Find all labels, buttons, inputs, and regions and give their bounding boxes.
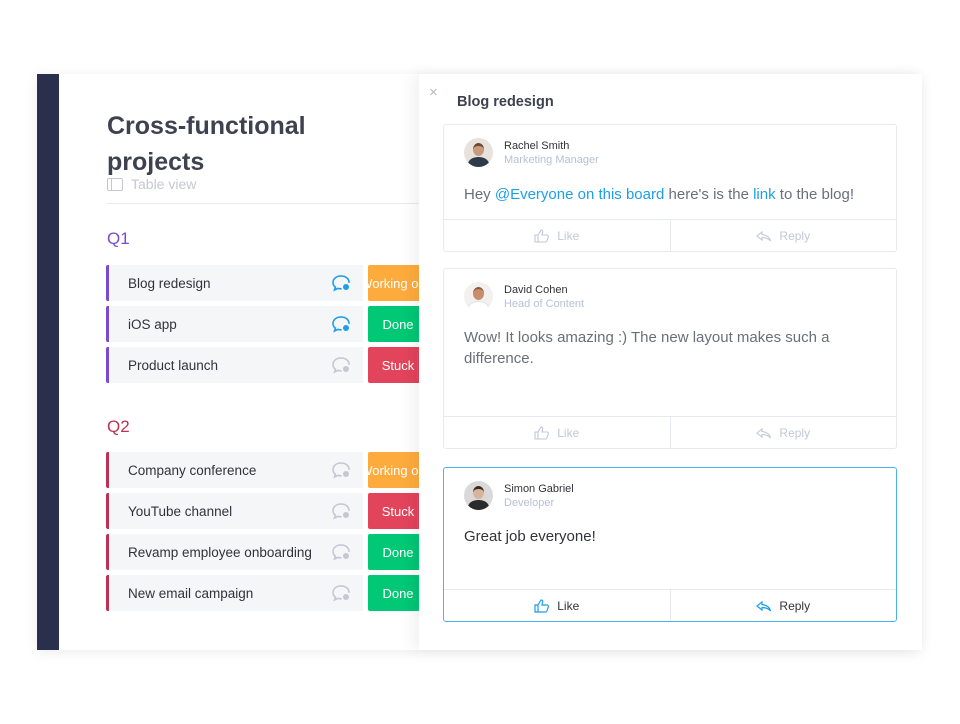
updates-chat-icon[interactable] xyxy=(331,584,351,602)
like-label: Like xyxy=(557,425,580,440)
reply-icon xyxy=(756,600,772,611)
thumbs-up-icon xyxy=(534,228,550,243)
item-name: iOS app xyxy=(128,316,177,332)
reply-button[interactable]: Reply xyxy=(669,590,897,621)
post-text: Great job everyone! xyxy=(464,528,596,545)
thumbs-up-icon xyxy=(534,598,550,613)
thumbs-up-icon xyxy=(534,425,550,440)
post-text: Wow! It looks amazing :) The new layout … xyxy=(464,329,830,367)
update-post: Rachel Smith Marketing Manager Hey @Ever… xyxy=(443,124,897,252)
table-view-icon xyxy=(107,177,123,191)
updates-chat-icon-active[interactable] xyxy=(331,315,351,333)
panel-title: Blog redesign xyxy=(457,94,554,110)
avatar[interactable] xyxy=(464,138,493,167)
item-name: Revamp employee onboarding xyxy=(128,544,312,560)
post-author: Rachel Smith Marketing Manager xyxy=(464,138,599,167)
like-label: Like xyxy=(557,228,580,243)
updates-chat-icon[interactable] xyxy=(331,461,351,479)
close-icon[interactable]: × xyxy=(429,84,438,101)
table-row[interactable]: Revamp employee onboarding xyxy=(106,534,363,570)
author-role: Head of Content xyxy=(504,298,585,310)
post-text: Hey @Everyone on this board here's is th… xyxy=(464,184,876,205)
mention-link[interactable]: @Everyone on this board xyxy=(495,186,665,203)
table-row[interactable]: iOS app xyxy=(106,306,363,342)
table-row[interactable]: Company conference xyxy=(106,452,363,488)
reply-label: Reply xyxy=(779,425,811,440)
author-name: Simon Gabriel xyxy=(504,483,574,495)
table-row[interactable]: Product launch xyxy=(106,347,363,383)
divider xyxy=(107,203,419,204)
updates-chat-icon-active[interactable] xyxy=(331,274,351,292)
reply-button[interactable]: Reply xyxy=(669,220,897,251)
app-window: Cross-functional projects Table view Q1 … xyxy=(37,74,922,650)
post-author: David Cohen Head of Content xyxy=(464,282,584,311)
author-name: Rachel Smith xyxy=(504,140,570,152)
post-author: Simon Gabriel Developer xyxy=(464,481,574,510)
board-view: Cross-functional projects Table view Q1 … xyxy=(59,74,428,650)
table-row[interactable]: New email campaign xyxy=(106,575,363,611)
reply-label: Reply xyxy=(779,598,811,613)
reply-label: Reply xyxy=(779,228,811,243)
updates-chat-icon[interactable] xyxy=(331,543,351,561)
like-button[interactable]: Like xyxy=(444,220,670,251)
author-role: Developer xyxy=(504,497,555,509)
item-name: Blog redesign xyxy=(128,275,211,291)
reply-icon xyxy=(756,230,772,241)
group-title-q1[interactable]: Q1 xyxy=(107,229,130,249)
item-name: Company conference xyxy=(128,462,257,478)
post-actions: Like Reply xyxy=(444,219,896,251)
updates-chat-icon[interactable] xyxy=(331,356,351,374)
author-role: Marketing Manager xyxy=(504,154,599,166)
text-segment: Hey xyxy=(464,186,495,203)
text-segment: to the blog! xyxy=(775,186,855,203)
post-actions: Like Reply xyxy=(444,589,896,621)
item-name: New email campaign xyxy=(128,585,254,601)
like-button[interactable]: Like xyxy=(444,590,670,621)
author-name: David Cohen xyxy=(504,284,568,296)
item-name: Product launch xyxy=(128,357,219,373)
post-actions: Like Reply xyxy=(444,416,896,448)
item-name: YouTube channel xyxy=(128,503,233,519)
like-label: Like xyxy=(557,598,580,613)
left-sidebar xyxy=(37,74,59,650)
blog-link[interactable]: link xyxy=(753,186,776,203)
update-post: David Cohen Head of Content Wow! It look… xyxy=(443,268,897,449)
table-row[interactable]: YouTube channel xyxy=(106,493,363,529)
update-post-active: Simon Gabriel Developer Great job everyo… xyxy=(443,467,897,622)
reply-icon xyxy=(756,427,772,438)
table-view-tab[interactable]: Table view xyxy=(107,176,196,192)
avatar[interactable] xyxy=(464,282,493,311)
reply-button[interactable]: Reply xyxy=(669,417,897,448)
group-title-q2[interactable]: Q2 xyxy=(107,417,130,437)
board-title: Cross-functional projects xyxy=(107,112,306,176)
like-button[interactable]: Like xyxy=(444,417,670,448)
table-view-label: Table view xyxy=(131,176,197,192)
avatar[interactable] xyxy=(464,481,493,510)
updates-panel: × Blog redesign Rachel Smith Marketing M… xyxy=(419,74,922,650)
text-segment: here's is the xyxy=(664,186,754,203)
table-row[interactable]: Blog redesign xyxy=(106,265,363,301)
updates-chat-icon[interactable] xyxy=(331,502,351,520)
